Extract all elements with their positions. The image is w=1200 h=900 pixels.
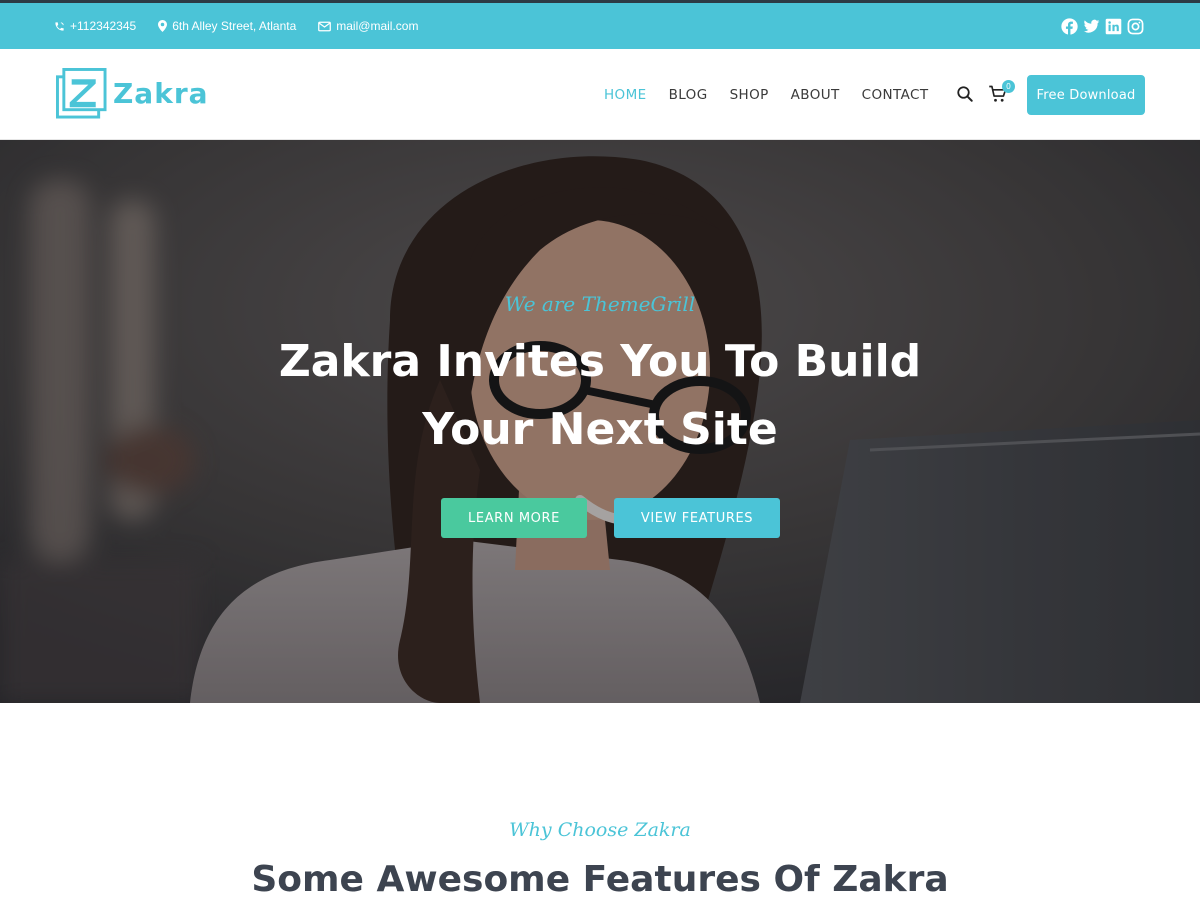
phone-contact[interactable]: +112342345 xyxy=(54,19,136,33)
email-address: mail@mail.com xyxy=(336,19,419,33)
features-section: Why Choose Zakra Some Awesome Features O… xyxy=(0,703,1200,900)
logo-mark xyxy=(56,68,107,119)
hero-title: Zakra Invites You To Build Your Next Sit… xyxy=(278,336,922,455)
cart-count-badge: 0 xyxy=(1002,80,1015,93)
email-contact[interactable]: mail@mail.com xyxy=(318,19,418,33)
nav-item-shop[interactable]: SHOP xyxy=(730,87,769,103)
instagram-icon[interactable] xyxy=(1127,18,1144,35)
address-contact: 6th Alley Street, Atlanta xyxy=(158,19,296,33)
site-logo[interactable]: Zakra xyxy=(56,68,209,119)
phone-number: +112342345 xyxy=(70,19,137,33)
site-header: Zakra HOME BLOG SHOP ABOUT CONTACT 0 Fre… xyxy=(0,49,1200,140)
phone-icon xyxy=(54,21,65,32)
view-features-button[interactable]: VIEW FEATURES xyxy=(614,498,780,538)
nav-item-about[interactable]: ABOUT xyxy=(791,87,840,103)
learn-more-button[interactable]: LEARN MORE xyxy=(441,498,587,538)
facebook-icon[interactable] xyxy=(1061,17,1078,35)
twitter-icon[interactable] xyxy=(1083,18,1100,35)
linkedin-icon[interactable] xyxy=(1105,18,1122,35)
hero-buttons: LEARN MORE VIEW FEATURES xyxy=(441,498,780,538)
nav-item-blog[interactable]: BLOG xyxy=(669,87,708,103)
free-download-button[interactable]: Free Download xyxy=(1027,75,1145,115)
map-marker-icon xyxy=(158,20,168,32)
social-links xyxy=(1061,3,1144,49)
hero-banner: We are ThemeGrill Zakra Invites You To B… xyxy=(0,140,1200,703)
nav-item-contact[interactable]: CONTACT xyxy=(862,87,929,103)
hero-tagline: We are ThemeGrill xyxy=(504,292,696,316)
top-bar: +112342345 6th Alley Street, Atlanta mai… xyxy=(0,0,1200,49)
features-tagline: Why Choose Zakra xyxy=(509,819,691,841)
nav-item-home[interactable]: HOME xyxy=(604,87,647,103)
features-title: Some Awesome Features Of Zakra xyxy=(251,859,949,900)
hero-content: We are ThemeGrill Zakra Invites You To B… xyxy=(0,140,1200,703)
envelope-icon xyxy=(318,21,332,32)
logo-text: Zakra xyxy=(113,77,209,110)
address-text: 6th Alley Street, Atlanta xyxy=(172,19,297,33)
contact-info: +112342345 6th Alley Street, Atlanta mai… xyxy=(54,3,418,49)
search-icon[interactable] xyxy=(956,85,974,103)
main-navigation: HOME BLOG SHOP ABOUT CONTACT xyxy=(604,49,929,140)
